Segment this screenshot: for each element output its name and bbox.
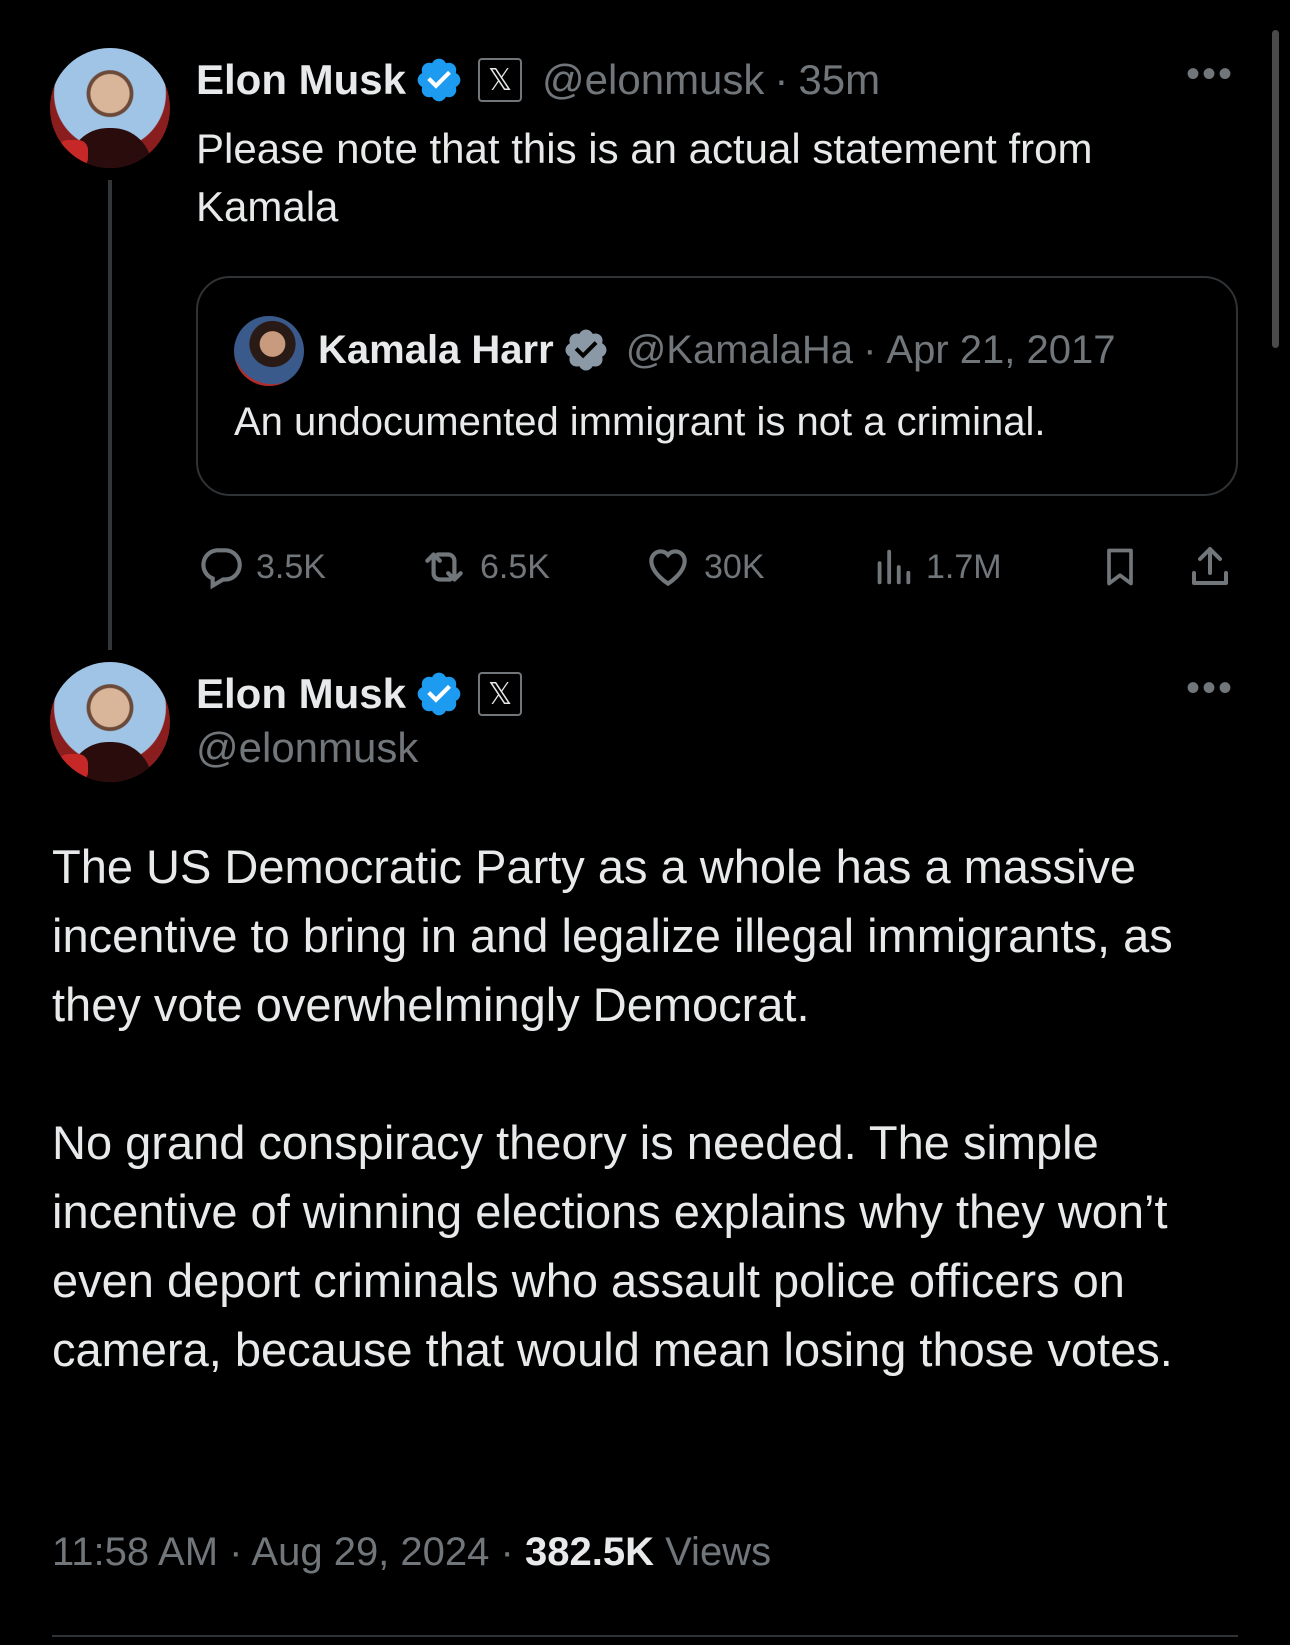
reply-icon bbox=[201, 548, 242, 590]
header-separator: · bbox=[774, 56, 789, 103]
view-count: 382.5K bbox=[524, 1530, 654, 1574]
more-options-icon[interactable]: ••• bbox=[1186, 668, 1234, 708]
x-logo-icon: 𝕏 bbox=[478, 58, 523, 102]
main-tweet-header: Elon Musk 𝕏 bbox=[196, 666, 523, 722]
parent-tweet-header: Elon Musk 𝕏 @elonmusk · 35m bbox=[196, 52, 880, 108]
parent-tweet-text: Please note that this is an actual state… bbox=[196, 125, 1093, 230]
quote-separator: · bbox=[863, 327, 877, 372]
share-icon[interactable] bbox=[1186, 542, 1234, 592]
quoted-tweet-header: Kamala Harr @KamalaHa · Apr 21, 2017 bbox=[318, 322, 1115, 378]
reply-count: 3.5K bbox=[256, 547, 326, 586]
verified-badge-icon bbox=[417, 672, 461, 716]
heart-icon bbox=[649, 549, 687, 587]
verified-badge-icon bbox=[417, 58, 461, 102]
tweet-time[interactable]: 11:58 AM bbox=[52, 1530, 218, 1574]
bottom-divider bbox=[52, 1635, 1238, 1637]
parent-tweet-avatar[interactable] bbox=[50, 48, 170, 168]
parent-author-name[interactable]: Elon Musk bbox=[196, 56, 406, 104]
main-tweet-body: The US Democratic Party as a whole has a… bbox=[52, 832, 1252, 1453]
quoted-author-handle: @KamalaHa bbox=[625, 327, 854, 372]
views-count: 1.7M bbox=[926, 547, 1002, 586]
views-button[interactable]: 1.7M bbox=[870, 542, 1002, 592]
parent-tweet-time[interactable]: 35m bbox=[798, 56, 880, 104]
page-scrollbar[interactable] bbox=[1272, 30, 1279, 348]
more-options-icon[interactable]: ••• bbox=[1186, 54, 1234, 94]
analytics-icon bbox=[877, 549, 911, 585]
quoted-author-name: Kamala Harr bbox=[318, 327, 554, 372]
like-button[interactable]: 30K bbox=[642, 542, 765, 592]
like-count: 30K bbox=[704, 547, 765, 586]
tweet-date[interactable]: Aug 29, 2024 bbox=[251, 1530, 489, 1574]
meta-separator: · bbox=[229, 1530, 243, 1574]
repost-button[interactable]: 6.5K bbox=[418, 542, 550, 592]
thread-connector-line bbox=[108, 180, 112, 650]
tweet-metadata: 11:58 AM · Aug 29, 2024 · 382.5K Views bbox=[52, 1530, 771, 1575]
quoted-tweet-date: Apr 21, 2017 bbox=[886, 327, 1116, 372]
parent-author-handle[interactable]: @elonmusk bbox=[542, 56, 764, 104]
repost-count: 6.5K bbox=[480, 547, 550, 586]
repost-icon bbox=[425, 552, 463, 582]
reply-button[interactable]: 3.5K bbox=[196, 542, 326, 592]
bookmark-icon[interactable] bbox=[1098, 542, 1142, 592]
main-tweet-paragraph: The US Democratic Party as a whole has a… bbox=[52, 840, 1173, 1031]
meta-separator: · bbox=[500, 1530, 514, 1574]
main-author-handle[interactable]: @elonmusk bbox=[196, 724, 418, 772]
x-logo-icon: 𝕏 bbox=[478, 672, 523, 716]
quoted-tweet-avatar bbox=[234, 316, 304, 386]
main-tweet-paragraph: No grand conspiracy theory is needed. Th… bbox=[52, 1116, 1173, 1376]
verified-badge-icon bbox=[565, 329, 607, 371]
quoted-tweet-text: An undocumented immigrant is not a crimi… bbox=[234, 400, 1046, 444]
views-label: Views bbox=[665, 1530, 772, 1574]
main-author-name[interactable]: Elon Musk bbox=[196, 670, 406, 718]
quoted-tweet-card[interactable] bbox=[196, 276, 1238, 496]
main-tweet-avatar[interactable] bbox=[50, 662, 170, 782]
